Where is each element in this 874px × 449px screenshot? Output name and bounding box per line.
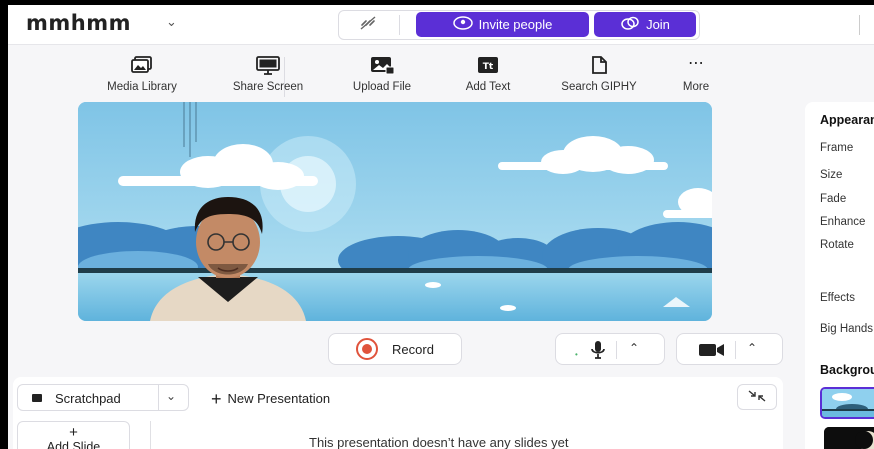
presentation-panel: Scratchpad ⌄ + New Presentation + Add Sli… — [13, 377, 783, 449]
camera-icon[interactable] — [699, 343, 725, 362]
search-giphy-button[interactable]: Search GIPHY — [548, 53, 650, 101]
size-setting[interactable]: Size — [820, 169, 842, 181]
tool-label: More — [682, 81, 710, 93]
tool-label: Upload File — [352, 81, 412, 93]
record-label: Record — [392, 341, 434, 357]
join-button[interactable]: Join — [594, 12, 696, 37]
background-title: Background — [820, 363, 874, 377]
chevron-down-icon[interactable]: ⌄ — [166, 389, 176, 403]
presentation-icon — [32, 394, 42, 402]
new-presentation-button[interactable]: + New Presentation — [211, 389, 330, 410]
microphone-icon[interactable] — [590, 340, 606, 365]
chevron-up-icon[interactable]: ⌃ — [747, 341, 757, 355]
microphone-control: • ⌃ — [555, 333, 665, 365]
divider — [399, 15, 400, 35]
more-button[interactable]: ⋯ More — [668, 53, 724, 101]
properties-panel: Appearance Frame Size Fade Enhance Rotat… — [805, 102, 874, 449]
call-controls: Invite people Join — [338, 10, 700, 40]
upload-image-icon — [338, 55, 426, 77]
divider — [158, 385, 159, 410]
divider — [735, 341, 736, 359]
invite-icon — [452, 16, 473, 33]
invite-people-button[interactable]: Invite people — [416, 12, 589, 37]
divider — [859, 15, 860, 35]
app-window: mmhmm ⌄ Invite people Join Media Library… — [6, 5, 874, 449]
document-icon — [548, 55, 650, 77]
svg-text:Tt: Tt — [483, 62, 494, 72]
record-button[interactable]: Record — [328, 333, 462, 365]
tool-label: Media Library — [107, 81, 177, 93]
join-icon — [620, 16, 640, 33]
plus-icon: + — [69, 424, 78, 441]
divider — [150, 421, 151, 449]
record-icon — [356, 338, 379, 360]
mic-level-indicator: • — [575, 350, 578, 359]
more-dots-icon: ⋯ — [688, 55, 704, 72]
invite-label: Invite people — [478, 17, 553, 32]
presentation-name: Scratchpad — [55, 391, 121, 406]
add-slide-button[interactable]: + Add Slide — [17, 421, 130, 449]
appearance-title: Appearance — [820, 113, 874, 127]
plus-icon: + — [211, 389, 222, 409]
background-thumbnail-selected[interactable] — [820, 387, 874, 419]
collapse-button[interactable] — [737, 384, 777, 410]
presentation-selector[interactable]: Scratchpad ⌄ — [17, 384, 189, 411]
background-preview — [824, 427, 874, 449]
tool-label: Add Text — [465, 81, 511, 93]
rotate-setting[interactable]: Rotate — [820, 239, 854, 251]
enhance-setting[interactable]: Enhance — [820, 216, 865, 228]
effects-setting[interactable]: Effects — [820, 292, 855, 304]
camera-control: ⌃ — [676, 333, 783, 365]
fade-setting[interactable]: Fade — [820, 193, 846, 205]
frame-setting[interactable]: Frame — [820, 142, 853, 154]
chevron-down-icon[interactable]: ⌄ — [166, 14, 177, 30]
chevron-up-icon[interactable]: ⌃ — [629, 341, 639, 355]
divider — [616, 341, 617, 359]
app-logo: mmhmm — [26, 11, 131, 35]
monitor-icon — [216, 55, 320, 77]
media-toolbar: Media Library Share Screen Upload File T… — [88, 53, 738, 101]
collapse-arrows-icon — [747, 390, 767, 404]
top-bar: mmhmm ⌄ Invite people Join — [8, 5, 874, 45]
tool-label: Search GIPHY — [561, 81, 637, 93]
media-library-icon — [88, 55, 196, 77]
text-icon: Tt — [446, 55, 530, 77]
empty-slides-message: This presentation doesn’t have any slide… — [309, 435, 569, 449]
virtual-background — [78, 102, 712, 321]
add-slide-label: Add Slide — [46, 440, 101, 449]
upload-file-button[interactable]: Upload File — [338, 53, 426, 101]
share-screen-button[interactable]: Share Screen — [216, 53, 320, 101]
link-off-icon[interactable] — [351, 15, 385, 35]
media-library-button[interactable]: Media Library — [88, 53, 196, 101]
add-text-button[interactable]: Tt Add Text — [446, 53, 530, 101]
new-presentation-label: New Presentation — [227, 391, 331, 406]
background-thumbnail[interactable] — [824, 427, 874, 449]
video-stage[interactable] — [78, 102, 712, 321]
tool-label: Share Screen — [232, 81, 304, 93]
background-preview — [822, 389, 874, 417]
big-hands-setting[interactable]: Big Hands — [820, 323, 873, 335]
join-label: Join — [646, 17, 670, 32]
